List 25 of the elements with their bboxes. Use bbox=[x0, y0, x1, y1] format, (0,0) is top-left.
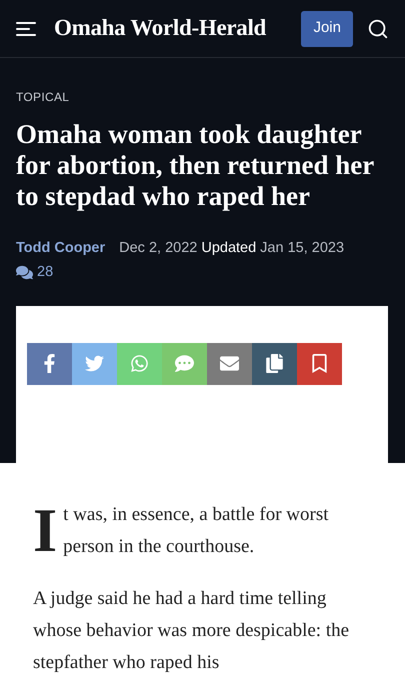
author-link[interactable]: Todd Cooper bbox=[16, 238, 106, 260]
comment-count[interactable]: 28 bbox=[37, 262, 54, 284]
bookmark-icon bbox=[310, 354, 329, 373]
speech-bubble-icon bbox=[175, 354, 194, 373]
paragraph: A judge said he had a hard time telling whose behavior was more despicable: the stepfather who raped his bbox=[33, 586, 350, 674]
updated-label: Updated bbox=[201, 239, 256, 258]
publish-date: Dec 2, 2022 bbox=[119, 239, 198, 258]
facebook-share-button[interactable] bbox=[27, 342, 72, 384]
envelope-icon bbox=[220, 354, 239, 373]
whatsapp-icon bbox=[130, 354, 149, 373]
join-button[interactable]: Join bbox=[301, 10, 353, 46]
bookmark-button[interactable] bbox=[297, 342, 342, 384]
headline: Omaha woman took daughter for abortion, then returned her to stepdad who raped her bbox=[16, 119, 375, 212]
paragraph: t was, in essence, a battle for worst person in the courthouse. bbox=[63, 502, 330, 558]
comments-icon[interactable] bbox=[16, 264, 33, 282]
search-icon[interactable] bbox=[367, 18, 389, 40]
email-share-button[interactable] bbox=[207, 342, 252, 384]
section-label[interactable]: TOPICAL bbox=[16, 88, 389, 106]
copy-button[interactable] bbox=[252, 342, 297, 384]
bird-icon bbox=[85, 354, 104, 373]
updated-date: Jan 15, 2023 bbox=[260, 239, 344, 258]
drop-cap: I bbox=[33, 502, 58, 562]
menu-icon[interactable] bbox=[16, 20, 36, 36]
copy-icon bbox=[265, 354, 284, 373]
site-logo[interactable]: Omaha World-Herald bbox=[54, 11, 266, 46]
